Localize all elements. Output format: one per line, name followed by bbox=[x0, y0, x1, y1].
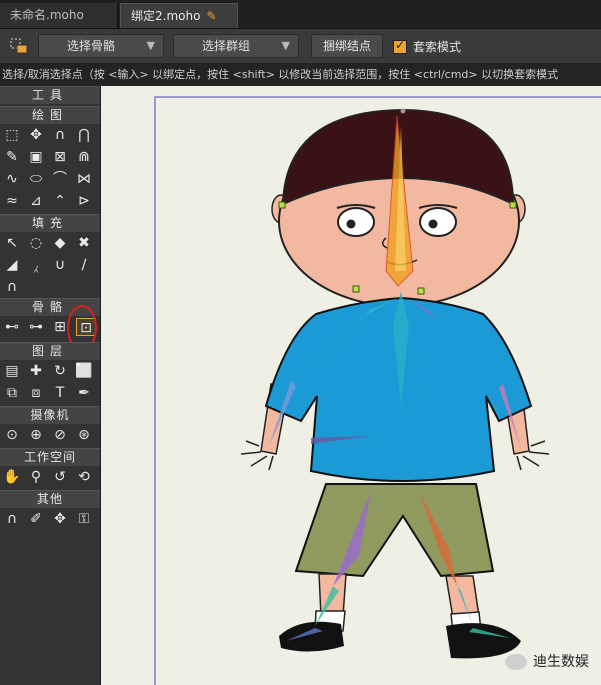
watermark: 迪生数娱 bbox=[505, 651, 589, 671]
text-icon[interactable]: T bbox=[50, 384, 70, 402]
delete-shape-icon[interactable]: ✖ bbox=[74, 234, 94, 252]
rotate-layer-icon[interactable]: ↻ bbox=[50, 362, 70, 380]
options-bar: 选择骨骼 ▼ 选择群组 ▼ 捆绑结点 套索模式 bbox=[0, 29, 601, 64]
section-fill: 填充 bbox=[0, 214, 100, 232]
pencil-other-icon[interactable]: ✐ bbox=[26, 510, 46, 528]
tab-untitled[interactable]: 未命名.moho bbox=[0, 3, 118, 28]
select-bone-icon[interactable]: ⊷ bbox=[2, 318, 22, 336]
create-shape-icon[interactable]: ◌ bbox=[26, 234, 46, 252]
bind-points-button[interactable]: 捆绑结点 bbox=[311, 34, 383, 58]
add-curve-icon[interactable]: ∩ bbox=[50, 126, 70, 144]
magnet-icon[interactable]: ⋒ bbox=[74, 148, 94, 166]
line-width-icon[interactable]: ◢ bbox=[2, 256, 22, 274]
character-drawing bbox=[240, 108, 550, 659]
section-workspace: 工作空间 bbox=[0, 448, 100, 466]
set-origin-icon[interactable]: ▤ bbox=[2, 362, 22, 380]
image-icon[interactable]: ▣ bbox=[26, 148, 46, 166]
move-other-icon[interactable]: ✥ bbox=[50, 510, 70, 528]
flip-layer-icon[interactable]: ⧉ bbox=[2, 384, 22, 402]
scale-layer-icon[interactable]: ⬜ bbox=[74, 362, 94, 380]
bind-points-tool-icon bbox=[10, 38, 28, 54]
shear-layer-icon[interactable]: ⧈ bbox=[26, 384, 46, 402]
select-bone-dropdown[interactable]: 选择骨骼 ▼ bbox=[38, 34, 164, 58]
transform-icon[interactable]: ✥ bbox=[26, 126, 46, 144]
select-bone-label: 选择骨骼 bbox=[67, 39, 116, 53]
stroke-exposure-icon[interactable]: ∪ bbox=[50, 256, 70, 274]
toolbox-panel: 工具 绘图 ⬚ ✥ ∩ ⋂ ✎ ▣ ⊠ ⋒ ∿ ⬭ ⌒ ⋈ ≈ ⊿ ⌃ ⊳ 填充… bbox=[0, 86, 101, 685]
tab-label: 未命名.moho bbox=[10, 8, 84, 22]
wave-icon[interactable]: ≈ bbox=[2, 192, 22, 210]
tab-bar: 未命名.moho 绑定2.moho ✎ bbox=[0, 0, 601, 29]
chevron-down-icon: ▼ bbox=[281, 39, 290, 52]
hand-icon[interactable]: ✋ bbox=[2, 468, 22, 486]
status-hint: 选择/取消选择点（按 <输入> 以绑定点，按住 <shift> 以修改当前选择范… bbox=[0, 64, 601, 86]
bend-icon[interactable]: ⌃ bbox=[50, 192, 70, 210]
watermark-text: 迪生数娱 bbox=[533, 654, 589, 670]
rotate-view-icon[interactable]: ↺ bbox=[50, 468, 70, 486]
pencil-icon: ✎ bbox=[206, 9, 217, 23]
canvas-view[interactable]: 迪生数娱 bbox=[101, 86, 601, 685]
lasso-mode-checkbox[interactable] bbox=[393, 38, 407, 54]
perspective-icon[interactable]: ⊿ bbox=[26, 192, 46, 210]
lasso-mode-label: 套索模式 bbox=[413, 40, 462, 54]
select-shape-icon[interactable]: ↖ bbox=[2, 234, 22, 252]
curve-other-icon[interactable]: ∩ bbox=[2, 510, 22, 528]
section-camera: 摄像机 bbox=[0, 406, 100, 424]
freehand-icon[interactable]: ✎ bbox=[2, 148, 22, 166]
select-points-icon[interactable]: ⬚ bbox=[2, 126, 22, 144]
orbit-icon[interactable]: ⟲ bbox=[74, 468, 94, 486]
translate-layer-icon[interactable]: ✚ bbox=[26, 362, 46, 380]
tab-binding2[interactable]: 绑定2.moho ✎ bbox=[120, 3, 238, 28]
tab-label: 绑定2.moho bbox=[131, 9, 201, 23]
pan-camera-icon[interactable]: ⊛ bbox=[74, 426, 94, 444]
toolbox-title: 工具 bbox=[0, 86, 100, 104]
curve-profile-icon[interactable]: ∕ bbox=[74, 256, 94, 274]
paint-bucket-icon[interactable]: ◆ bbox=[50, 234, 70, 252]
hide-edge-icon[interactable]: ⁁ bbox=[26, 256, 46, 274]
shear-icon[interactable]: ⊳ bbox=[74, 192, 94, 210]
curve-path-icon[interactable]: ∿ bbox=[2, 170, 22, 188]
delete-edge-icon[interactable]: ⊠ bbox=[50, 148, 70, 166]
zoom-camera-icon[interactable]: ⊕ bbox=[26, 426, 46, 444]
section-other: 其他 bbox=[0, 490, 100, 508]
wechat-icon bbox=[505, 654, 527, 670]
zoom-icon[interactable]: ⚲ bbox=[26, 468, 46, 486]
eyedropper-icon[interactable]: ✒ bbox=[74, 384, 94, 402]
eraser-icon[interactable]: ⬭ bbox=[26, 170, 46, 188]
color-points-icon[interactable]: ∩ bbox=[2, 278, 22, 296]
select-group-dropdown[interactable]: 选择群组 ▼ bbox=[173, 34, 299, 58]
translate-bone-icon[interactable]: ⊶ bbox=[26, 318, 46, 336]
roll-camera-icon[interactable]: ⊘ bbox=[50, 426, 70, 444]
arc-icon[interactable]: ⌒ bbox=[50, 170, 70, 188]
warp-icon[interactable]: ⋈ bbox=[74, 170, 94, 188]
section-layer: 图层 bbox=[0, 342, 100, 360]
track-camera-icon[interactable]: ⊙ bbox=[2, 426, 22, 444]
select-group-label: 选择群组 bbox=[202, 39, 251, 53]
chevron-down-icon: ▼ bbox=[146, 39, 155, 52]
curvature-icon[interactable]: ⋂ bbox=[74, 126, 94, 144]
lock-icon[interactable]: ⚿ bbox=[74, 510, 94, 528]
section-draw: 绘图 bbox=[0, 106, 100, 124]
